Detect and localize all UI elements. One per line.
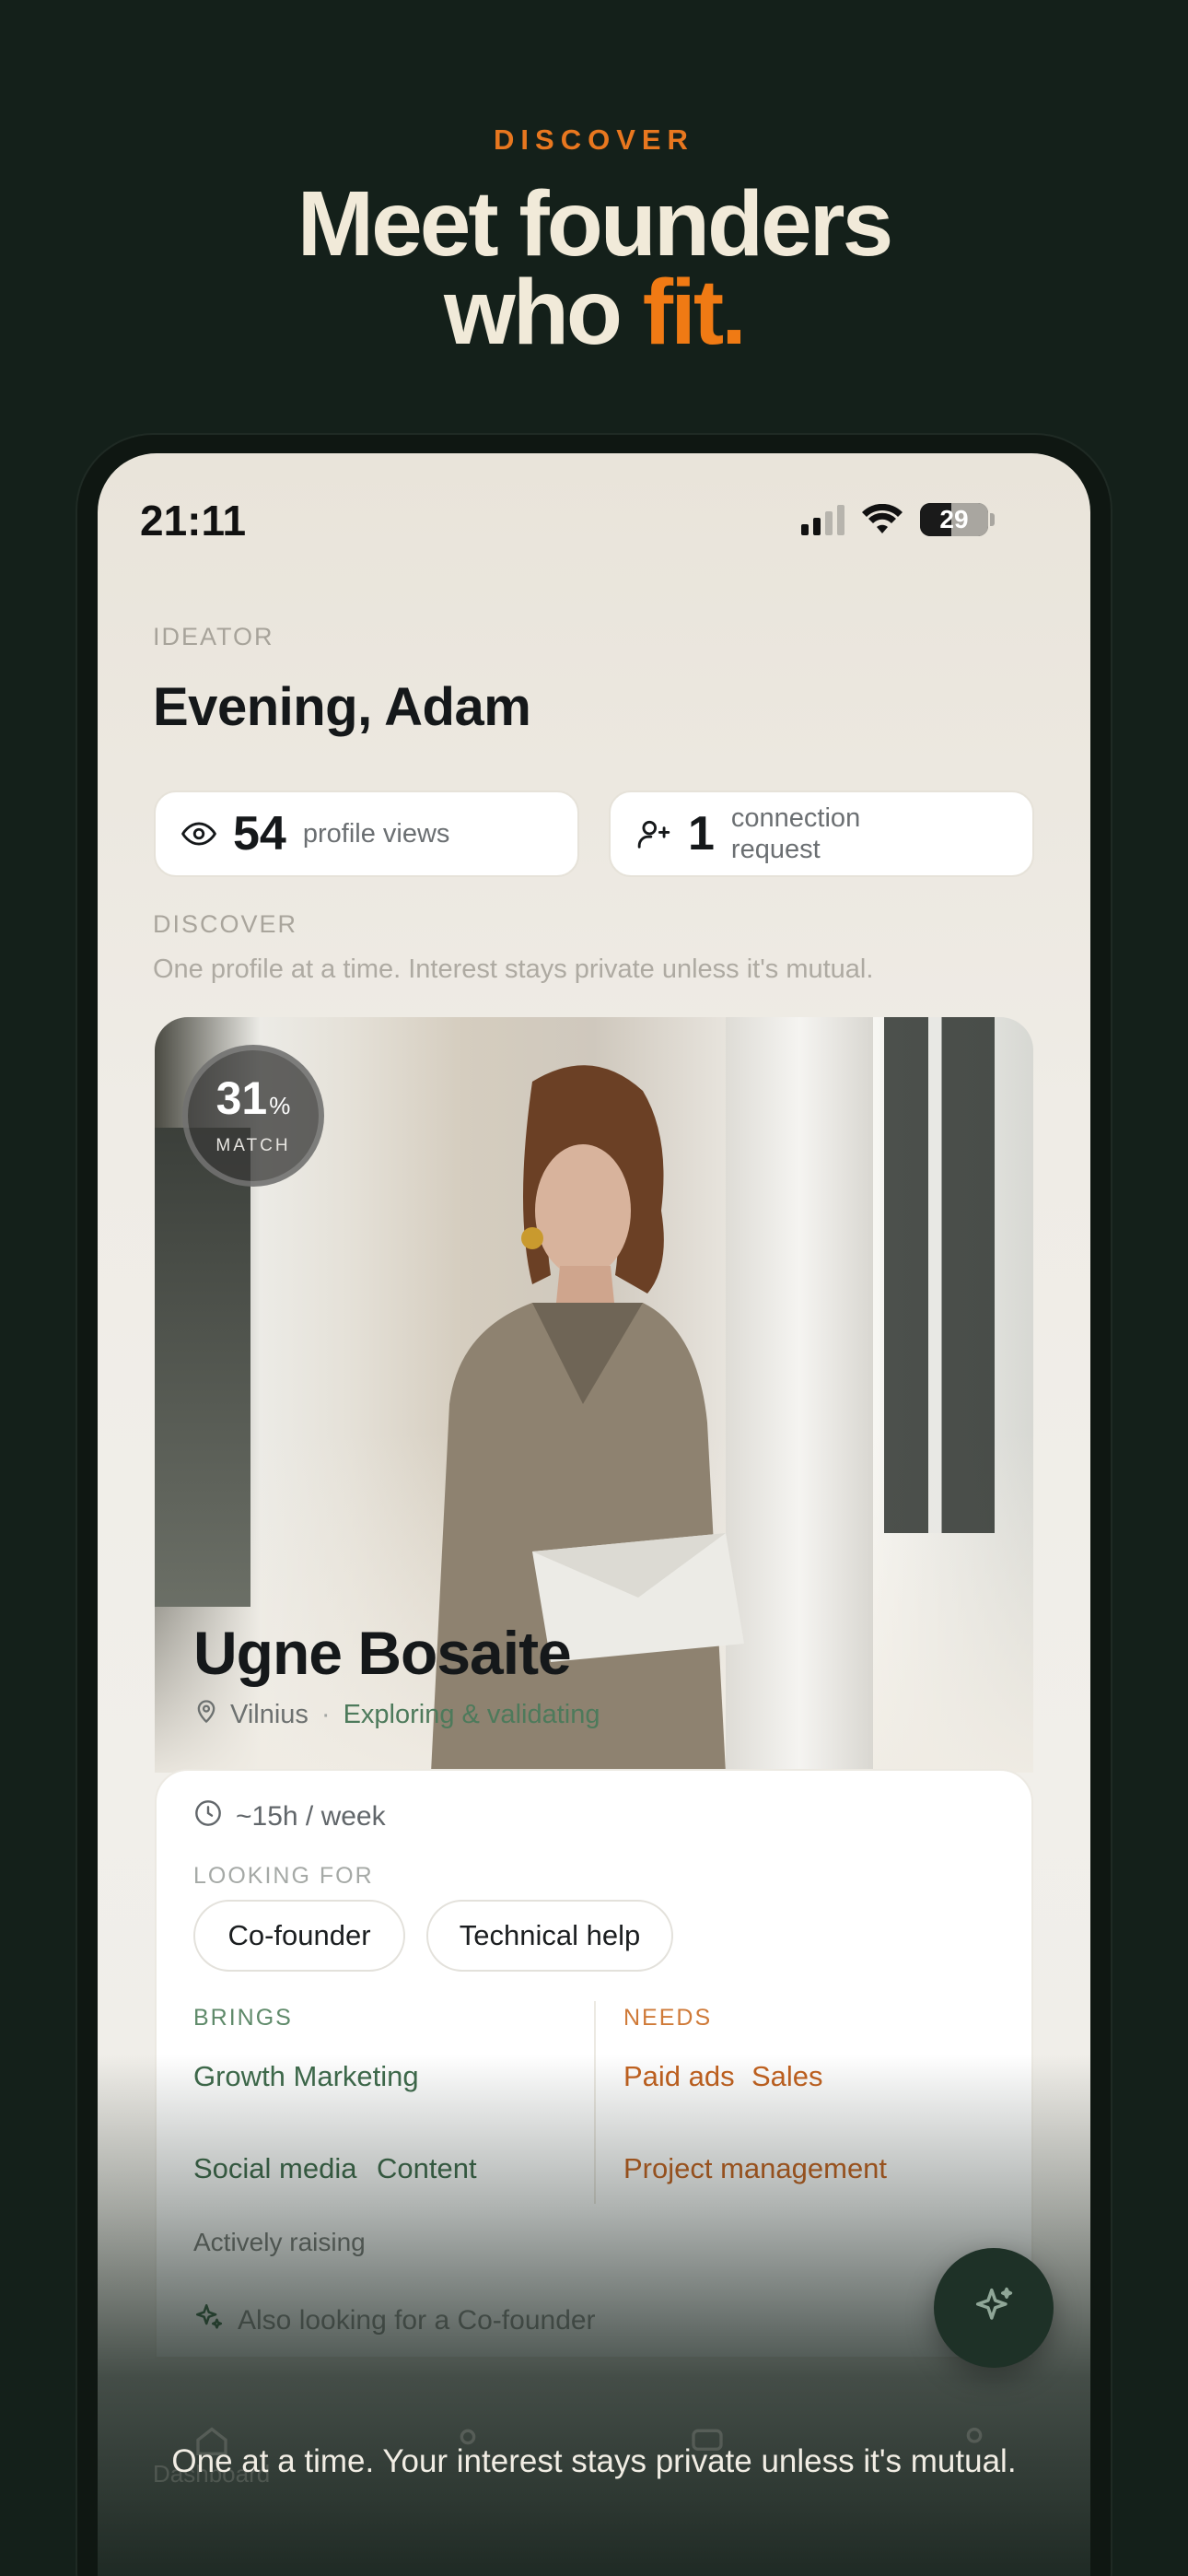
headline-accent: fit. — [642, 261, 747, 364]
needs-skill: Paid ads — [623, 2060, 735, 2092]
headline-line-1: Meet founders — [297, 172, 893, 275]
profile-meta: Vilnius · Exploring & validating — [193, 1697, 600, 1732]
marketing-kicker: DISCOVER — [494, 123, 694, 156]
eye-icon — [181, 816, 216, 851]
match-label: MATCH — [215, 1136, 291, 1155]
match-score-badge: 31% MATCH — [182, 1045, 324, 1187]
needs-label: NEEDS — [623, 2005, 713, 2031]
greeting-title: Evening, Adam — [153, 677, 531, 737]
brings-skill: Social media — [193, 2152, 357, 2184]
looking-for-chip: Co-founder — [193, 1900, 405, 1972]
connection-requests-card[interactable]: 1 connection request — [609, 790, 1034, 877]
profile-views-count: 54 — [233, 807, 286, 861]
clock-icon — [193, 1798, 223, 1835]
add-user-icon — [636, 816, 671, 851]
connection-label-line1: connection — [730, 803, 861, 833]
map-pin-icon — [193, 1697, 219, 1732]
signal-icon — [801, 504, 844, 535]
role-label: IDEATOR — [153, 623, 274, 650]
connection-label-line2: request — [730, 835, 821, 864]
photo-background-window-right — [884, 1017, 995, 1533]
ai-assistant-button[interactable] — [934, 2248, 1054, 2368]
brings-skill: Growth Marketing — [193, 2060, 419, 2092]
marketing-headline: Meet founders who fit. — [0, 172, 1188, 358]
connection-requests-count: 1 — [688, 807, 715, 861]
battery-nub — [990, 513, 995, 526]
looking-for-chip: Technical help — [426, 1900, 673, 1972]
headline-prefix: who — [444, 261, 643, 364]
profile-city: Vilnius — [230, 1699, 309, 1729]
also-looking-text: Also looking for a Co-founder — [238, 2305, 596, 2336]
needs-skill: Sales — [751, 2060, 823, 2092]
raising-status: Actively raising — [193, 2228, 366, 2256]
sparkle-icon — [193, 2301, 225, 2340]
profile-stage: Exploring & validating — [343, 1699, 600, 1729]
also-looking: Also looking for a Co-founder — [193, 2301, 596, 2340]
headline-line-2: who fit. — [0, 266, 1188, 358]
profile-views-card[interactable]: 54 profile views — [154, 790, 579, 877]
needs-skill: Project management — [623, 2152, 888, 2184]
marketing-caption: One at a time. Your interest stays priva… — [171, 2443, 1017, 2479]
profile-name: Ugne Bosaite — [193, 1619, 572, 1687]
wifi-icon — [862, 504, 903, 533]
sparkle-icon — [970, 2282, 1018, 2335]
weekly-hours-value: ~15h / week — [236, 1801, 386, 1832]
meta-separator: · — [320, 1699, 331, 1729]
battery-icon: 29 — [920, 503, 988, 536]
photo-background-window — [155, 1128, 250, 1607]
profile-views-label: profile views — [302, 819, 450, 849]
connection-requests-label: connection request — [731, 802, 860, 865]
brings-label: BRINGS — [193, 2005, 293, 2031]
discover-subtitle: One profile at a time. Interest stays pr… — [153, 954, 874, 984]
status-time: 21:11 — [140, 497, 247, 544]
battery-level: 29 — [939, 505, 969, 533]
discover-section-label: DISCOVER — [153, 910, 298, 938]
brings-skill: Content — [377, 2152, 477, 2184]
status-icons: 29 — [801, 503, 995, 536]
weekly-hours: ~15h / week — [193, 1798, 386, 1835]
column-divider — [594, 2001, 596, 2204]
looking-for-label: LOOKING FOR — [193, 1863, 374, 1889]
match-score: 31% — [215, 1072, 291, 1124]
